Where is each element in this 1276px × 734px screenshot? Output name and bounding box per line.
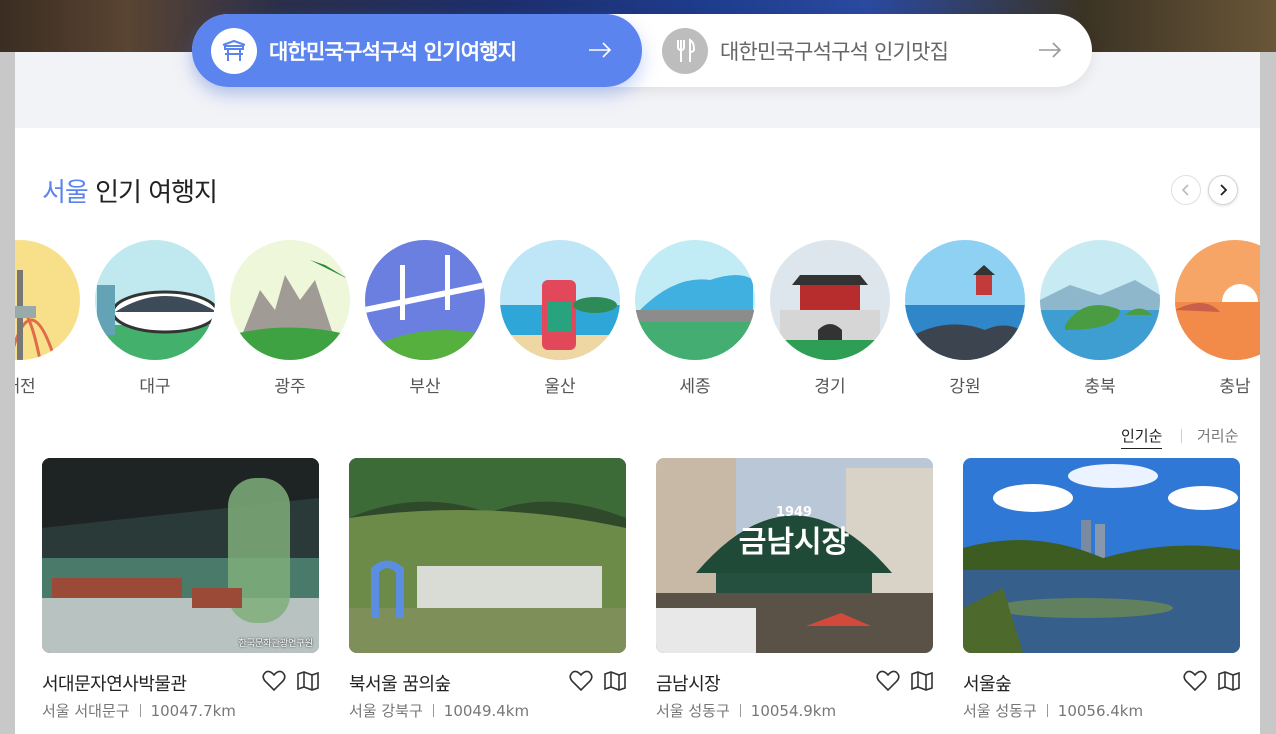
arrow-right-icon xyxy=(588,40,612,64)
place-card[interactable]: 한국문화관광연구원 서대문자연사박물관 서울 서대문구 10047.7km xyxy=(42,458,319,734)
place-title[interactable]: 서울숲 xyxy=(963,670,1012,696)
map-icon[interactable] xyxy=(296,670,320,692)
meta-divider xyxy=(1046,704,1048,717)
region-image xyxy=(770,240,890,360)
section-title: 서울 인기 여행지 xyxy=(42,172,218,209)
heart-icon[interactable] xyxy=(262,670,286,692)
place-title[interactable]: 금남시장 xyxy=(656,670,721,696)
region-image xyxy=(1040,240,1160,360)
place-distance: 10056.4km xyxy=(1057,702,1144,720)
place-distance: 10054.9km xyxy=(750,702,837,720)
place-location: 서울 성동구 xyxy=(963,702,1037,720)
place-title[interactable]: 북서울 꿈의숲 xyxy=(349,670,451,696)
region-image xyxy=(905,240,1025,360)
region-ulsan[interactable]: 울산 xyxy=(500,240,620,397)
utensils-icon xyxy=(662,27,708,74)
place-card[interactable]: 북서울 꿈의숲 서울 강북구 10049.4km xyxy=(349,458,626,734)
region-gwangju[interactable]: 광주 xyxy=(230,240,350,397)
region-chungnam[interactable]: 충남 xyxy=(1175,240,1260,397)
page-margin-left xyxy=(0,52,15,734)
sign-text: 금남시장 xyxy=(739,525,850,560)
place-card[interactable]: 서울숲 서울 성동구 10056.4km xyxy=(963,458,1240,734)
region-busan[interactable]: 부산 xyxy=(365,240,485,397)
region-label: 세종 xyxy=(679,377,711,397)
region-image xyxy=(1175,240,1260,360)
place-photo[interactable] xyxy=(349,458,626,653)
place-distance: 10047.7km xyxy=(150,702,236,720)
sort-popular[interactable]: 인기순 xyxy=(1121,425,1163,449)
region-label: 충북 xyxy=(1084,377,1116,397)
meta-divider xyxy=(432,704,434,717)
place-location: 서울 강북구 xyxy=(349,702,423,720)
region-label: 부산 xyxy=(409,377,441,397)
place-meta: 서울 성동구 10054.9km xyxy=(656,700,836,721)
region-label: 광주 xyxy=(274,377,306,397)
region-image xyxy=(230,240,350,360)
carousel-next-button[interactable] xyxy=(1208,175,1238,205)
place-photo[interactable]: 한국문화관광연구원 xyxy=(42,458,319,653)
region-chungbuk[interactable]: 충북 xyxy=(1040,240,1160,397)
section-title-region: 서울 xyxy=(42,178,89,208)
region-label: 대전 xyxy=(15,377,36,397)
tab-label: 대한민국구석구석 인기여행지 xyxy=(269,39,517,64)
map-icon[interactable] xyxy=(910,670,934,692)
region-gangwon[interactable]: 강원 xyxy=(905,240,1025,397)
place-photo[interactable] xyxy=(963,458,1240,653)
region-image xyxy=(635,240,755,360)
heart-icon[interactable] xyxy=(876,670,900,692)
chevron-left-icon xyxy=(1181,184,1189,196)
map-icon[interactable] xyxy=(603,670,627,692)
region-image xyxy=(95,240,215,360)
place-location: 서울 성동구 xyxy=(656,702,730,720)
place-location: 서울 서대문구 xyxy=(42,702,130,720)
region-image xyxy=(365,240,485,360)
gate-icon xyxy=(211,27,257,74)
chevron-right-icon xyxy=(1220,184,1228,196)
region-image xyxy=(500,240,620,360)
place-title[interactable]: 서대문자연사박물관 xyxy=(42,670,187,696)
tab-popular-restaurants[interactable]: 대한민국구석구석 인기맛집 xyxy=(642,14,1092,87)
photo-credit: 한국문화관광연구원 xyxy=(238,639,313,649)
heart-icon[interactable] xyxy=(569,670,593,692)
region-label: 울산 xyxy=(544,377,576,397)
carousel-prev-button[interactable] xyxy=(1171,175,1201,205)
map-icon[interactable] xyxy=(1217,670,1241,692)
heart-icon[interactable] xyxy=(1183,670,1207,692)
section-title-text: 인기 여행지 xyxy=(95,178,218,208)
place-meta: 서울 서대문구 10047.7km xyxy=(42,700,236,721)
page-margin-right xyxy=(1260,52,1276,734)
region-daegu[interactable]: 대구 xyxy=(95,240,215,397)
arrow-right-icon xyxy=(1038,40,1062,64)
meta-divider xyxy=(739,704,741,717)
region-image xyxy=(15,240,80,360)
region-daejeon[interactable]: 대전 xyxy=(15,240,80,397)
region-label: 충남 xyxy=(1219,377,1251,397)
sort-distance[interactable]: 거리순 xyxy=(1197,425,1238,446)
region-label: 강원 xyxy=(949,377,981,397)
region-label: 대구 xyxy=(139,377,171,397)
place-meta: 서울 강북구 10049.4km xyxy=(349,700,529,721)
sort-divider xyxy=(1181,429,1182,443)
sign-year: 1949 xyxy=(776,505,812,520)
tab-popular-destinations[interactable]: 대한민국구석구석 인기여행지 xyxy=(192,14,642,87)
meta-divider xyxy=(139,704,141,717)
region-gyeonggi[interactable]: 경기 xyxy=(770,240,890,397)
region-label: 경기 xyxy=(814,377,846,397)
place-photo[interactable]: 1949 금남시장 xyxy=(656,458,933,653)
place-meta: 서울 성동구 10056.4km xyxy=(963,700,1143,721)
tab-label: 대한민국구석구석 인기맛집 xyxy=(720,39,949,64)
region-carousel: 대전 대구 광주 부산 울산 세종 경기 xyxy=(15,240,1260,400)
place-distance: 10049.4km xyxy=(443,702,530,720)
place-card[interactable]: 1949 금남시장 금남시장 서울 성동구 10054.9km xyxy=(656,458,933,734)
region-sejong[interactable]: 세종 xyxy=(635,240,755,397)
